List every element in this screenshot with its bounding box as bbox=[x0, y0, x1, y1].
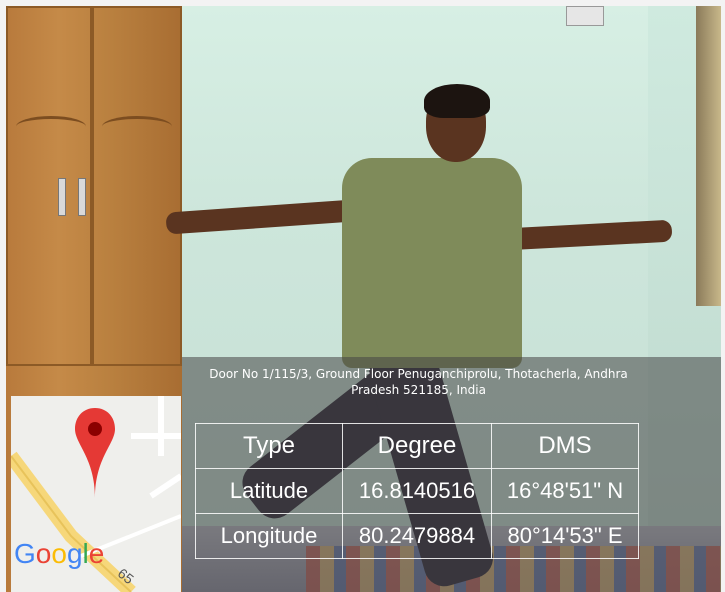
person-arm-right bbox=[505, 219, 673, 251]
longitude-label: Longitude bbox=[195, 513, 343, 559]
header-type: Type bbox=[195, 423, 343, 469]
latitude-dms: 16°48'51" N bbox=[491, 468, 639, 514]
longitude-dms: 80°14'53" E bbox=[491, 513, 639, 559]
person-torso bbox=[342, 158, 522, 368]
address-text: Door No 1/115/3, Ground Floor Penuganchi… bbox=[209, 367, 628, 397]
latitude-degree: 16.8140516 bbox=[342, 468, 492, 514]
table-row: Latitude 16.8140516 16°48'51" N bbox=[195, 468, 639, 514]
coordinates-table: Type Degree DMS Latitude 16.8140516 16°4… bbox=[195, 423, 639, 559]
latitude-label: Latitude bbox=[195, 468, 343, 514]
longitude-degree: 80.2479884 bbox=[342, 513, 492, 559]
person-hair bbox=[424, 84, 490, 118]
person-arm-left bbox=[165, 199, 357, 235]
header-degree: Degree bbox=[342, 423, 492, 469]
table-header-row: Type Degree DMS bbox=[195, 423, 639, 469]
header-dms: DMS bbox=[491, 423, 639, 469]
map-pin-icon bbox=[75, 408, 115, 498]
google-logo: Google bbox=[14, 538, 105, 569]
table-row: Longitude 80.2479884 80°14'53" E bbox=[195, 513, 639, 559]
